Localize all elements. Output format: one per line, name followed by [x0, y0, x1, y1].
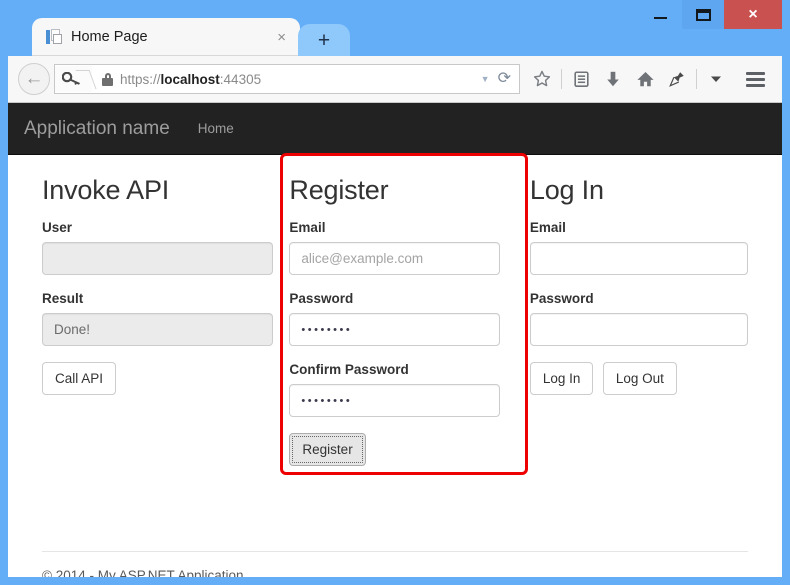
padlock-icon — [102, 72, 113, 86]
register-confirm-label: Confirm Password — [289, 362, 409, 377]
key-icon[interactable] — [55, 66, 92, 92]
page-content: Invoke API User Result Done! Call API Re… — [8, 153, 782, 577]
result-label: Result — [42, 291, 84, 306]
close-tab-icon[interactable]: × — [273, 30, 290, 45]
logout-button[interactable]: Log Out — [602, 362, 677, 395]
restore-button[interactable] — [682, 0, 724, 29]
downloads-icon[interactable] — [597, 64, 629, 94]
call-api-button[interactable]: Call API — [42, 362, 117, 395]
browser-tab-home-page[interactable]: Home Page × — [32, 18, 300, 56]
register-panel: Register Email alice@example.com Passwor… — [273, 175, 515, 466]
site-footer: © 2014 - My ASP.NET Application — [42, 551, 748, 577]
site-navbar: Application name Home — [8, 103, 782, 155]
menu-icon[interactable] — [738, 64, 772, 94]
home-icon[interactable] — [629, 64, 661, 94]
login-email-label: Email — [529, 220, 566, 235]
register-password-label: Password — [289, 291, 354, 306]
overflow-chevron-icon[interactable] — [700, 64, 732, 94]
result-field-group: Result Done! — [42, 291, 274, 346]
login-panel: Log In Email Password Log In Log Out — [516, 175, 748, 466]
invoke-api-title: Invoke API — [42, 175, 170, 205]
tab-title: Home Page — [71, 29, 148, 45]
reading-list-icon[interactable] — [565, 64, 597, 94]
reload-icon[interactable]: ⟳ — [496, 71, 519, 87]
browser-toolbar: ← https://localhost:44305 ▼ ⟳ — [8, 56, 782, 103]
user-field-group: User — [42, 220, 274, 275]
footer-copyright: © 2014 - My ASP.NET Application — [42, 568, 244, 577]
back-arrow-icon: ← — [24, 67, 44, 89]
url-scheme: https:// — [120, 71, 161, 87]
url-host: localhost — [160, 71, 220, 87]
register-email-input[interactable]: alice@example.com — [289, 242, 500, 275]
restore-icon — [695, 8, 711, 21]
document-icon — [46, 29, 62, 45]
chevron-down-icon[interactable]: ▼ — [475, 74, 496, 84]
invoke-api-panel: Invoke API User Result Done! Call API — [42, 175, 274, 466]
register-email-group: Email alice@example.com — [289, 220, 500, 275]
three-column-layout: Invoke API User Result Done! Call API Re… — [42, 175, 748, 466]
url-text: https://localhost:44305 — [120, 72, 475, 87]
toolbar-divider-2 — [696, 69, 697, 89]
pushpin-icon[interactable] — [661, 64, 693, 94]
back-button[interactable]: ← — [18, 63, 50, 95]
url-bar[interactable]: https://localhost:44305 ▼ ⟳ — [54, 64, 520, 94]
minimize-icon — [653, 16, 667, 19]
nav-link-home[interactable]: Home — [198, 121, 234, 136]
register-email-label: Email — [289, 220, 326, 235]
url-port: :44305 — [219, 71, 262, 87]
toolbar-divider — [561, 69, 562, 89]
register-submit-button[interactable]: Register — [289, 433, 366, 466]
register-password-input[interactable]: •••••••• — [289, 313, 500, 346]
result-input[interactable]: Done! — [42, 313, 274, 346]
login-email-input[interactable] — [529, 242, 748, 275]
toolbar-icons — [526, 64, 772, 94]
login-title: Log In — [529, 175, 604, 205]
tab-strip: Home Page × + — [32, 18, 350, 56]
site-brand[interactable]: Application name — [24, 118, 170, 140]
os-window: Home Page × + × ← https://localhost:4430… — [0, 0, 790, 585]
window-inner: Home Page × + × ← https://localhost:4430… — [8, 0, 782, 577]
minimize-button[interactable] — [638, 0, 682, 29]
login-password-group: Password — [529, 291, 748, 346]
window-controls: × — [638, 0, 782, 30]
close-window-button[interactable]: × — [724, 0, 782, 29]
key-glyph — [62, 72, 80, 85]
user-input[interactable] — [42, 242, 274, 275]
login-password-label: Password — [529, 291, 594, 306]
user-label: User — [42, 220, 73, 235]
register-password-group: Password •••••••• — [289, 291, 500, 346]
register-title: Register — [289, 175, 389, 205]
bookmark-star-icon[interactable] — [526, 64, 558, 94]
register-confirm-input[interactable]: •••••••• — [289, 384, 500, 417]
browser-titlebar: Home Page × + × — [8, 0, 782, 56]
new-tab-button[interactable]: + — [298, 24, 350, 56]
login-email-group: Email — [529, 220, 748, 275]
login-button[interactable]: Log In — [529, 362, 594, 395]
web-page: Application name Home Invoke API User Re… — [8, 103, 782, 577]
login-password-input[interactable] — [529, 313, 748, 346]
register-confirm-group: Confirm Password •••••••• — [289, 362, 500, 417]
